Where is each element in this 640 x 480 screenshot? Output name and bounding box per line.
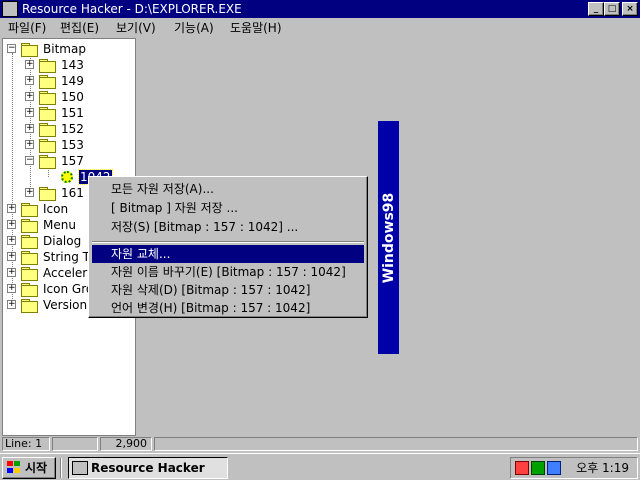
expand-icon[interactable]: + [25,140,34,149]
folder-icon [39,123,56,137]
title-bar[interactable]: Resource Hacker - D:\EXPLORER.EXE _ □ × [0,0,640,18]
status-bar: Line: 1 2,900 [0,436,640,452]
expand-icon[interactable]: + [7,284,16,293]
menu-help[interactable]: 도움말(H) [230,20,282,36]
status-empty [52,437,98,451]
bitmap-text: Windows98 [380,192,397,283]
menu-view[interactable]: 보기(V) [116,20,156,36]
folder-icon [21,203,38,217]
folder-icon [21,219,38,233]
menu-delete-resource[interactable]: 자원 삭제(D) [Bitmap : 157 : 1042] [92,281,364,299]
task-label: Resource Hacker [91,461,205,475]
maximize-button[interactable]: □ [604,2,620,16]
tree-item-bitmap-149[interactable]: + 149 [25,73,135,89]
folder-icon [39,139,56,153]
expand-icon[interactable]: + [7,236,16,245]
expand-icon[interactable]: + [7,268,16,277]
menu-bar: 파일(F) 편집(E) 보기(V) 기능(A) 도움말(H) [0,18,640,38]
expand-icon[interactable]: + [25,60,34,69]
collapse-icon[interactable]: − [25,156,34,165]
resource-icon [61,171,73,183]
tree-item-bitmap[interactable]: − Bitmap [7,41,135,57]
tray-ime-icon[interactable] [531,461,545,475]
folder-icon [39,107,56,121]
expand-icon[interactable]: + [25,124,34,133]
tree-item-bitmap-152[interactable]: + 152 [25,121,135,137]
status-message [154,437,638,451]
folder-icon [39,59,56,73]
clock[interactable]: 오후 1:19 [576,460,629,476]
tree-item-bitmap-143[interactable]: + 143 [25,57,135,73]
expand-icon[interactable]: + [25,76,34,85]
folder-icon [21,251,38,265]
open-folder-icon [39,155,56,169]
taskbar-divider [60,458,62,478]
tray-app-icon[interactable] [515,461,529,475]
app-icon [72,461,88,475]
menu-change-language[interactable]: 언어 변경(H) [Bitmap : 157 : 1042] [92,299,364,317]
expand-icon[interactable]: + [7,204,16,213]
menu-save-resource[interactable]: 저장(S) [Bitmap : 157 : 1042] ... [92,218,364,236]
folder-icon [21,267,38,281]
folder-icon [21,283,38,297]
folder-icon [39,187,56,201]
taskbar-resource-hacker[interactable]: Resource Hacker [68,457,228,479]
context-menu: 모든 자원 저장(A)... [ Bitmap ] 자원 저장 ... 저장(S… [88,176,368,318]
menu-separator [92,241,364,243]
bitmap-preview: Windows98 [378,121,399,354]
expand-icon[interactable]: + [25,188,34,197]
folder-icon [39,91,56,105]
system-tray: 오후 1:19 [510,457,638,479]
window-title: Resource Hacker - D:\EXPLORER.EXE [22,2,242,16]
status-size: 2,900 [100,437,152,451]
app-icon[interactable] [2,1,18,17]
tree-item-bitmap-157[interactable]: − 157 [25,153,135,169]
menu-function[interactable]: 기능(A) [174,20,214,36]
folder-icon [39,75,56,89]
expand-icon[interactable]: + [25,108,34,117]
expand-icon[interactable]: + [7,252,16,261]
expand-icon[interactable]: + [25,92,34,101]
expand-icon[interactable]: + [7,220,16,229]
taskbar: 시작 Resource Hacker 오후 1:19 [0,453,640,480]
minimize-button[interactable]: _ [588,2,604,16]
menu-file[interactable]: 파일(F) [8,20,46,36]
folder-icon [21,235,38,249]
folder-icon [21,299,38,313]
close-button[interactable]: × [622,2,638,16]
tree-item-bitmap-153[interactable]: + 153 [25,137,135,153]
menu-replace-resource[interactable]: 자원 교체... [92,245,364,263]
menu-save-all-resources[interactable]: 모든 자원 저장(A)... [92,180,364,198]
windows-logo-icon [7,461,22,475]
collapse-icon[interactable]: − [7,44,16,53]
status-line: Line: 1 [2,437,50,451]
tree-item-bitmap-150[interactable]: + 150 [25,89,135,105]
menu-rename-resource[interactable]: 자원 이름 바꾸기(E) [Bitmap : 157 : 1042] [92,263,364,281]
start-button[interactable]: 시작 [2,457,56,479]
menu-save-bitmap-resources[interactable]: [ Bitmap ] 자원 저장 ... [92,199,364,217]
menu-edit[interactable]: 편집(E) [60,20,99,36]
start-label: 시작 [25,461,48,475]
expand-icon[interactable]: + [7,300,16,309]
tree-item-bitmap-151[interactable]: + 151 [25,105,135,121]
tray-network-icon[interactable] [547,461,561,475]
open-folder-icon [21,43,38,57]
